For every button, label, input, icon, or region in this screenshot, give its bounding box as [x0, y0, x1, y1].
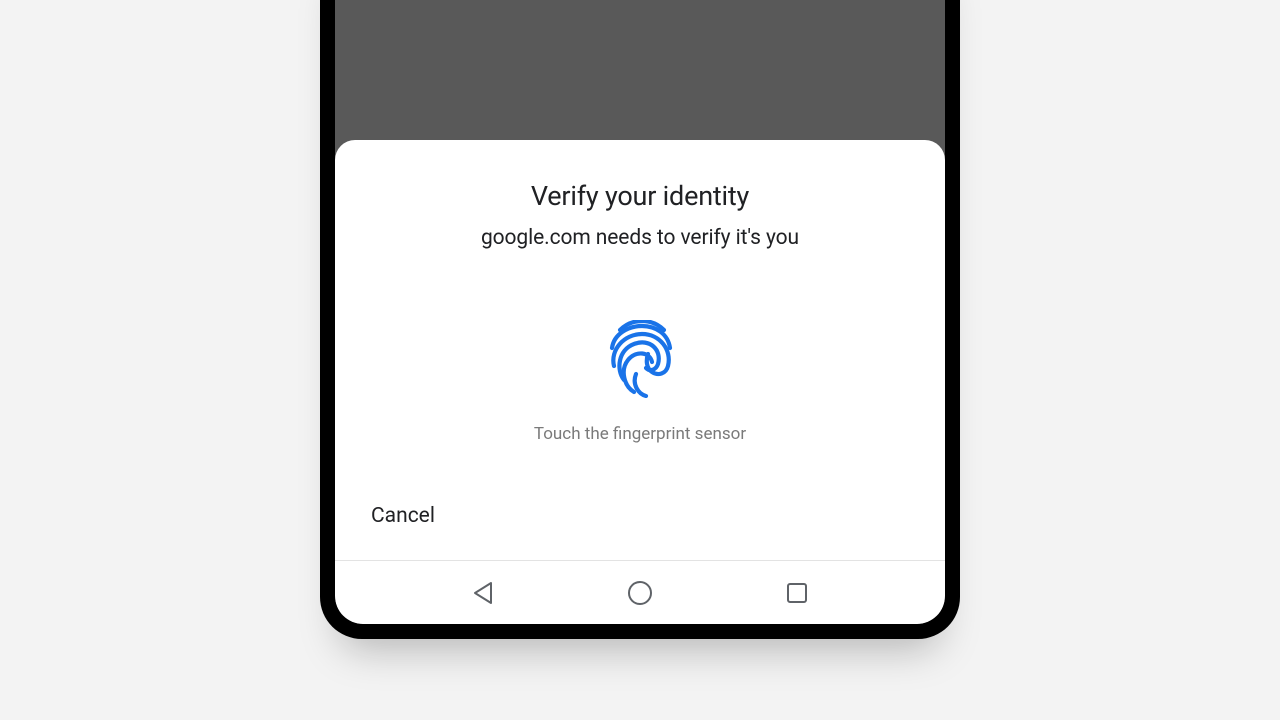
nav-home-button[interactable]: [619, 572, 661, 614]
nav-back-button[interactable]: [464, 573, 502, 613]
dialog-actions: Cancel: [335, 504, 945, 560]
cancel-button[interactable]: Cancel: [371, 504, 435, 528]
dialog-subtitle: google.com needs to verify it's you: [481, 226, 799, 250]
square-recents-icon: [786, 582, 808, 604]
triangle-back-icon: [472, 581, 494, 605]
circle-home-icon: [627, 580, 653, 606]
dimmed-backdrop: [335, 0, 945, 140]
phone-frame: Verify your identity google.com needs to…: [320, 0, 960, 639]
system-navigation-bar: [335, 560, 945, 624]
fingerprint-icon: [604, 320, 676, 398]
nav-recents-button[interactable]: [778, 574, 816, 612]
fingerprint-hint: Touch the fingerprint sensor: [534, 424, 746, 444]
biometric-prompt-sheet: Verify your identity google.com needs to…: [335, 140, 945, 560]
fingerprint-area[interactable]: Touch the fingerprint sensor: [534, 320, 746, 444]
phone-screen: Verify your identity google.com needs to…: [335, 0, 945, 624]
dialog-title: Verify your identity: [531, 180, 749, 212]
